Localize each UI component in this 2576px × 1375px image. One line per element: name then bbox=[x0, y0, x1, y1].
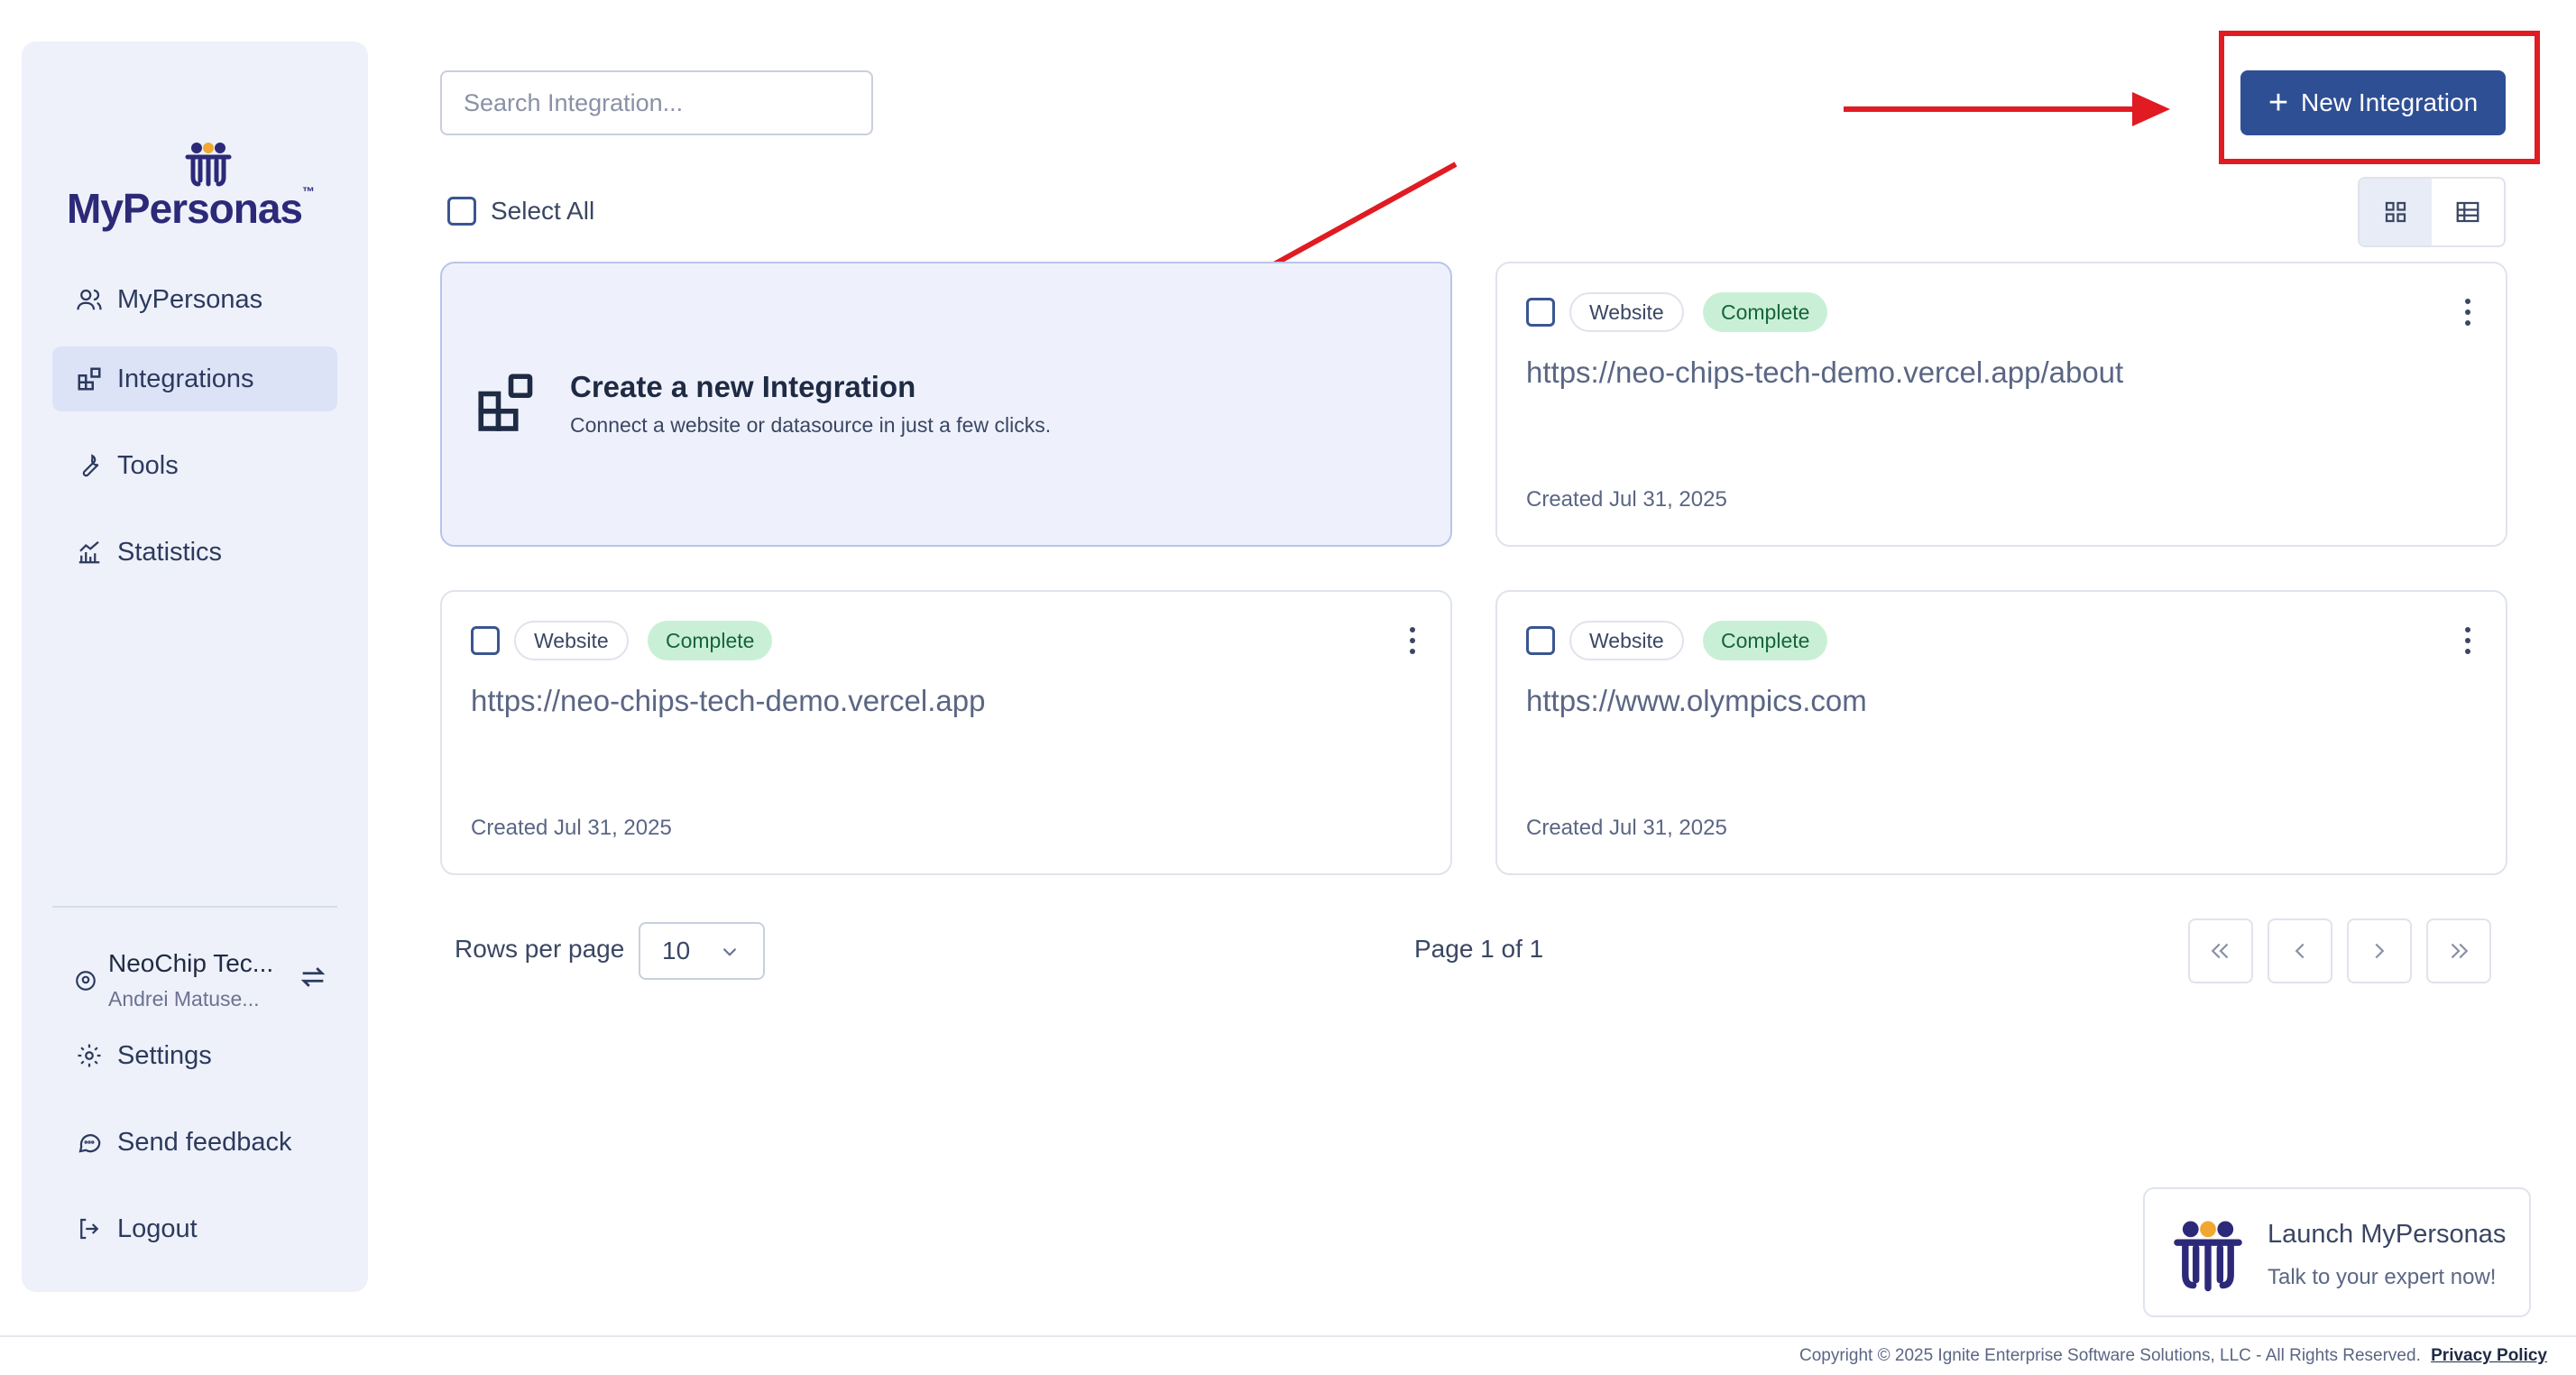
checkbox[interactable] bbox=[471, 626, 500, 655]
view-toggle bbox=[2358, 177, 2506, 247]
first-page-button[interactable] bbox=[2188, 918, 2253, 983]
sidebar-item-statistics[interactable]: Statistics bbox=[52, 520, 337, 585]
chevrons-right-icon bbox=[2451, 943, 2469, 959]
integrations-icon bbox=[478, 374, 533, 431]
status-badge: Complete bbox=[648, 621, 773, 660]
org-user: Andrei Matuse... bbox=[108, 987, 260, 1010]
sidebar: MyPersonas™ MyPersonas Integrations Tool… bbox=[22, 42, 368, 1292]
org-switcher[interactable]: NeoChip Tec... Andrei Matuse... bbox=[52, 944, 337, 1034]
rows-per-page-select[interactable]: 10 bbox=[639, 922, 765, 980]
integration-url: https://neo-chips-tech-demo.vercel.app/a… bbox=[1526, 355, 2124, 389]
last-page-button[interactable] bbox=[2426, 918, 2491, 983]
chart-icon bbox=[74, 537, 105, 568]
more-vertical-icon[interactable] bbox=[2462, 624, 2473, 657]
app-logo[interactable]: MyPersonas™ bbox=[67, 96, 337, 232]
sidebar-item-label: Tools bbox=[117, 450, 179, 480]
launch-subtitle: Talk to your expert now! bbox=[2268, 1265, 2497, 1289]
launch-title: Launch MyPersonas bbox=[2268, 1220, 2507, 1249]
integration-url: https://neo-chips-tech-demo.vercel.app bbox=[471, 684, 986, 717]
footer-divider bbox=[0, 1335, 2576, 1337]
logo-wordmark: MyPersonas™ bbox=[67, 184, 315, 232]
privacy-policy-link[interactable]: Privacy Policy bbox=[2431, 1346, 2547, 1365]
copyright-text: Copyright © 2025 Ignite Enterprise Softw… bbox=[1799, 1346, 2421, 1365]
sidebar-item-feedback[interactable]: Send feedback bbox=[52, 1110, 337, 1175]
more-vertical-icon[interactable] bbox=[1407, 624, 1418, 657]
sidebar-item-integrations[interactable]: Integrations bbox=[52, 346, 337, 411]
integration-card[interactable]: Website Complete https://neo-chips-tech-… bbox=[440, 590, 1452, 875]
annotation-highlight-box bbox=[2219, 31, 2540, 164]
checkbox[interactable] bbox=[1526, 626, 1555, 655]
created-date: Created Jul 31, 2025 bbox=[1526, 816, 1727, 840]
create-card-subtitle: Connect a website or datasource in just … bbox=[570, 413, 1052, 437]
chevron-left-icon bbox=[2295, 943, 2305, 959]
prev-page-button[interactable] bbox=[2268, 918, 2332, 983]
create-integration-card[interactable]: Create a new Integration Connect a websi… bbox=[440, 262, 1452, 547]
wrench-icon bbox=[74, 450, 105, 481]
sidebar-item-label: Settings bbox=[117, 1040, 212, 1070]
type-badge: Website bbox=[514, 621, 629, 660]
created-date: Created Jul 31, 2025 bbox=[471, 816, 672, 840]
sidebar-divider bbox=[52, 906, 337, 908]
page-info: Page 1 of 1 bbox=[1414, 935, 1544, 963]
swap-icon[interactable] bbox=[298, 962, 328, 992]
logo-mark-icon bbox=[185, 143, 232, 187]
select-all-label: Select All bbox=[491, 197, 595, 225]
integrations-icon bbox=[74, 364, 105, 394]
users-icon bbox=[74, 284, 105, 315]
table-icon bbox=[2456, 201, 2479, 223]
integration-card[interactable]: Website Complete https://www.olympics.co… bbox=[1495, 590, 2507, 875]
status-badge: Complete bbox=[1703, 621, 1828, 660]
grid-view-button[interactable] bbox=[2360, 179, 2432, 245]
sidebar-item-tools[interactable]: Tools bbox=[52, 433, 337, 498]
grid-icon bbox=[2385, 201, 2406, 223]
chevrons-left-icon bbox=[2211, 943, 2229, 959]
gear-icon bbox=[74, 1040, 105, 1071]
type-badge: Website bbox=[1569, 621, 1684, 660]
next-page-button[interactable] bbox=[2347, 918, 2412, 983]
chevron-right-icon bbox=[2375, 943, 2385, 959]
created-date: Created Jul 31, 2025 bbox=[1526, 487, 1727, 512]
sidebar-item-settings[interactable]: Settings bbox=[52, 1023, 337, 1088]
checkbox[interactable] bbox=[1526, 298, 1555, 327]
integration-url: https://www.olympics.com bbox=[1526, 684, 1867, 717]
rows-per-page-value: 10 bbox=[662, 937, 691, 964]
logout-icon bbox=[74, 1214, 105, 1244]
chevron-down-icon bbox=[722, 947, 737, 956]
integration-card[interactable]: Website Complete https://neo-chips-tech-… bbox=[1495, 262, 2507, 547]
sidebar-item-label: Statistics bbox=[117, 537, 223, 567]
feedback-icon bbox=[74, 1127, 105, 1158]
sidebar-item-label: MyPersonas bbox=[117, 284, 263, 314]
footer: Copyright © 2025 Ignite Enterprise Softw… bbox=[1799, 1346, 2547, 1366]
create-card-title: Create a new Integration bbox=[570, 370, 916, 403]
checkbox[interactable] bbox=[447, 197, 476, 226]
more-vertical-icon[interactable] bbox=[2462, 296, 2473, 328]
sidebar-item-label: Logout bbox=[117, 1214, 198, 1243]
sidebar-item-logout[interactable]: Logout bbox=[52, 1196, 337, 1261]
search-input[interactable] bbox=[440, 70, 873, 135]
org-name: NeoChip Tec... bbox=[108, 949, 274, 977]
logo-mark-icon bbox=[2174, 1221, 2242, 1292]
sidebar-item-mypersonas[interactable]: MyPersonas bbox=[52, 267, 337, 332]
type-badge: Website bbox=[1569, 292, 1684, 332]
user-circle-icon bbox=[76, 971, 96, 991]
rows-per-page-label: Rows per page bbox=[455, 935, 625, 963]
select-all-checkbox[interactable]: Select All bbox=[447, 197, 594, 226]
sidebar-item-label: Integrations bbox=[117, 364, 254, 393]
table-view-button[interactable] bbox=[2432, 179, 2504, 245]
launch-mypersonas-widget[interactable]: Launch MyPersonas Talk to your expert no… bbox=[2143, 1187, 2531, 1317]
sidebar-item-label: Send feedback bbox=[117, 1127, 292, 1157]
status-badge: Complete bbox=[1703, 292, 1828, 332]
annotation-arrow-right-head bbox=[2132, 92, 2170, 126]
